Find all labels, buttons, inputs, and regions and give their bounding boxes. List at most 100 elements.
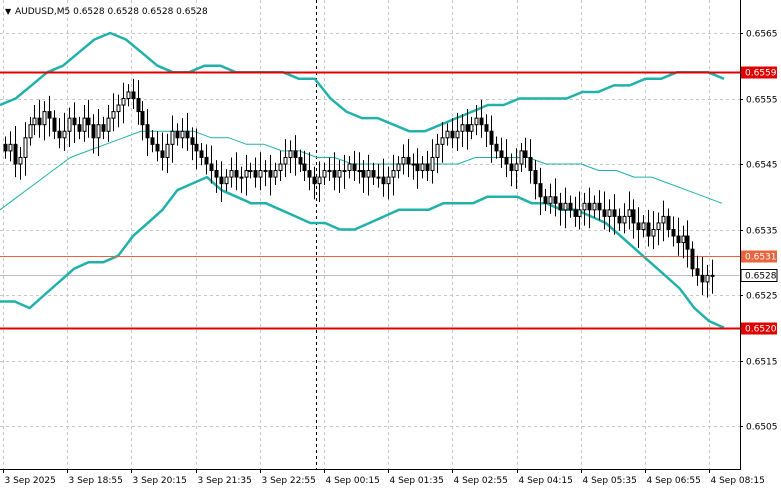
price-tick-label: 0.6535 bbox=[746, 227, 778, 237]
price-tick-label: 0.6545 bbox=[746, 161, 778, 171]
candle-body bbox=[337, 170, 342, 178]
candle-body bbox=[651, 229, 656, 237]
candle-body bbox=[587, 202, 592, 211]
candle-body bbox=[62, 130, 67, 139]
candle-body bbox=[469, 124, 474, 132]
candle-body bbox=[494, 143, 499, 152]
candle-body bbox=[332, 170, 337, 178]
candle-body bbox=[656, 222, 661, 230]
time-tick-label: 4 Sep 01:35 bbox=[390, 476, 444, 486]
candle-body bbox=[96, 124, 101, 139]
candle-body bbox=[685, 235, 690, 250]
candle-body bbox=[82, 117, 87, 132]
candle-body bbox=[86, 117, 91, 126]
candle-body bbox=[293, 150, 298, 158]
candle-body bbox=[327, 170, 332, 173]
candle-body bbox=[602, 209, 607, 217]
price-tick-label: 0.6505 bbox=[746, 423, 778, 433]
level-price-label: 0.6520 bbox=[745, 325, 777, 335]
candle-body bbox=[553, 196, 558, 204]
candle-body bbox=[302, 163, 307, 172]
candle-body bbox=[420, 163, 425, 172]
candle-body bbox=[352, 163, 357, 172]
candle-body bbox=[465, 124, 470, 132]
candle-body bbox=[273, 170, 278, 178]
candle-body bbox=[47, 111, 52, 119]
candle-body bbox=[37, 117, 42, 126]
candle-body bbox=[145, 124, 150, 139]
candle-body bbox=[415, 163, 420, 172]
price-tick-label: 0.6555 bbox=[746, 96, 778, 106]
candle-body bbox=[700, 274, 705, 283]
candle-body bbox=[28, 124, 33, 139]
time-tick-label: 4 Sep 05:35 bbox=[583, 476, 637, 486]
symbol-header: ▼ AUDUSD,M5 0.6528 0.6528 0.6528 0.6528 bbox=[5, 7, 208, 17]
candle-body bbox=[180, 130, 185, 139]
candle-body bbox=[695, 268, 700, 276]
candle-body bbox=[116, 104, 121, 113]
candle-body bbox=[219, 176, 224, 185]
candle-body bbox=[636, 222, 641, 230]
candle-body bbox=[582, 202, 587, 211]
candle-body bbox=[224, 176, 229, 185]
candle-body bbox=[239, 176, 244, 179]
candle-body bbox=[170, 130, 175, 145]
candle-body bbox=[18, 156, 23, 165]
candle-body bbox=[435, 143, 440, 158]
candle-body bbox=[597, 202, 602, 211]
candle-body bbox=[386, 176, 391, 185]
time-tick-label: 4 Sep 02:55 bbox=[454, 476, 508, 486]
price-chart[interactable]: 0.6565 0.6555 0.6545 0.6535 0.6525 0.6515 0.65… bbox=[0, 0, 781, 493]
candle-body bbox=[126, 91, 131, 99]
candle-body bbox=[342, 170, 347, 173]
level-price-label: 0.6531 bbox=[745, 253, 777, 263]
candle-body bbox=[322, 170, 327, 178]
candle-body bbox=[617, 215, 622, 224]
candle-body bbox=[641, 222, 646, 230]
candle-body bbox=[519, 150, 524, 165]
candle-body bbox=[450, 130, 455, 139]
candle-body bbox=[101, 124, 106, 132]
candle-body bbox=[175, 130, 180, 139]
candle-body bbox=[204, 156, 209, 165]
candle-body bbox=[489, 130, 494, 145]
candle-body bbox=[533, 170, 538, 185]
candle-body bbox=[479, 117, 484, 126]
candle-body bbox=[283, 156, 288, 165]
candle-body bbox=[307, 170, 312, 178]
candle-body bbox=[474, 117, 479, 126]
candle-body bbox=[234, 170, 239, 178]
candle-body bbox=[445, 130, 450, 139]
header-text: AUDUSD,M5 0.6528 0.6528 0.6528 0.6528 bbox=[15, 7, 208, 17]
candle-body bbox=[484, 124, 489, 132]
candle-body bbox=[214, 170, 219, 178]
candle-body bbox=[514, 163, 519, 172]
candle-body bbox=[42, 111, 47, 126]
candle-body bbox=[357, 170, 362, 173]
candle-body bbox=[676, 235, 681, 244]
candle-body bbox=[3, 143, 8, 152]
candle-body bbox=[23, 137, 28, 158]
candle-body bbox=[622, 215, 627, 224]
candle-body bbox=[190, 137, 195, 145]
candle-body bbox=[607, 209, 612, 217]
candle-body bbox=[577, 209, 582, 217]
candle-body bbox=[140, 111, 145, 126]
time-tick-label: 3 Sep 18:55 bbox=[69, 476, 123, 486]
price-tick-label: 0.6565 bbox=[746, 30, 778, 40]
time-tick-label: 4 Sep 00:15 bbox=[326, 476, 380, 486]
candle-body bbox=[460, 124, 465, 132]
candle-body bbox=[627, 209, 632, 217]
candle-body bbox=[504, 156, 509, 165]
candle-body bbox=[499, 150, 504, 158]
candle-body bbox=[381, 176, 386, 185]
candle-body bbox=[111, 111, 116, 119]
candle-body bbox=[661, 215, 666, 224]
candle-body bbox=[705, 274, 710, 283]
price-tick-label: 0.6525 bbox=[746, 292, 778, 302]
candle-body bbox=[538, 183, 543, 198]
candle-body bbox=[194, 143, 199, 152]
candle-body bbox=[13, 143, 18, 165]
candle-body bbox=[106, 117, 111, 132]
candle-body bbox=[361, 170, 366, 178]
